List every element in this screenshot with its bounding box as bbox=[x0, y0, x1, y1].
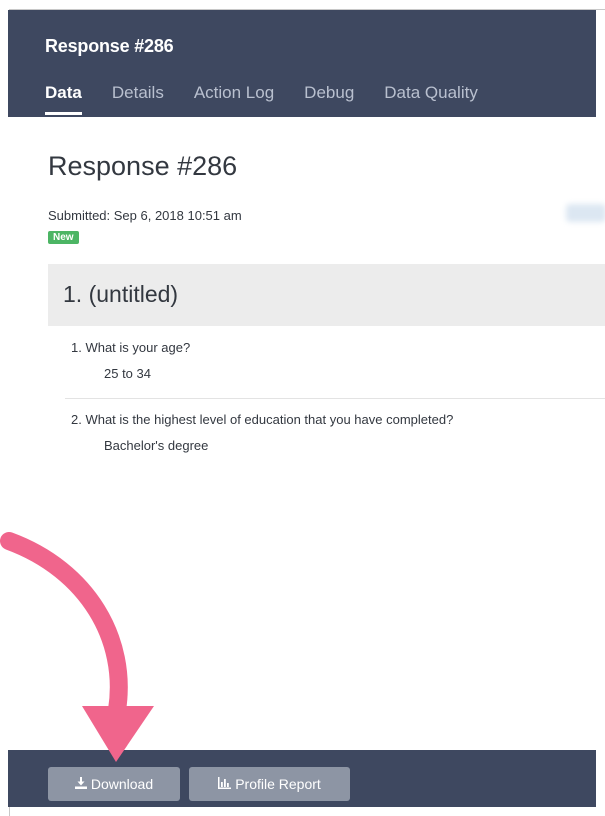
tab-details[interactable]: Details bbox=[112, 83, 164, 117]
question-label: 2. What is the highest level of educatio… bbox=[71, 412, 454, 427]
response-content: Response #286 Submitted: Sep 6, 2018 10:… bbox=[8, 117, 605, 750]
blurred-button[interactable] bbox=[566, 204, 605, 222]
download-icon bbox=[74, 776, 87, 792]
header-title: Response #286 bbox=[45, 36, 174, 56]
tab-data-quality[interactable]: Data Quality bbox=[384, 83, 478, 117]
section-header: 1. (untitled) bbox=[48, 264, 605, 326]
submitted-timestamp: Submitted: Sep 6, 2018 10:51 am bbox=[48, 208, 242, 223]
status-badge: New bbox=[48, 231, 79, 244]
tab-data[interactable]: Data bbox=[45, 83, 82, 117]
section-title: 1. (untitled) bbox=[63, 281, 179, 307]
footer-bar: Download Profile Report bbox=[8, 750, 596, 807]
answer-value: Bachelor's degree bbox=[104, 438, 209, 453]
tab-action-log[interactable]: Action Log bbox=[194, 83, 274, 117]
profile-report-button[interactable]: Profile Report bbox=[189, 767, 350, 801]
page-title: Response #286 bbox=[48, 151, 238, 181]
bar-chart-icon bbox=[218, 776, 232, 792]
tab-bar: Data Details Action Log Debug Data Quali… bbox=[45, 83, 508, 117]
question-label: 1. What is your age? bbox=[71, 340, 191, 355]
divider bbox=[65, 398, 605, 399]
profile-report-label: Profile Report bbox=[235, 776, 321, 792]
download-label: Download bbox=[90, 776, 154, 792]
answer-value: 25 to 34 bbox=[104, 366, 151, 381]
download-button[interactable]: Download bbox=[48, 767, 180, 801]
tab-debug[interactable]: Debug bbox=[304, 83, 354, 117]
header-bar: Response #286 Data Details Action Log De… bbox=[8, 10, 596, 117]
